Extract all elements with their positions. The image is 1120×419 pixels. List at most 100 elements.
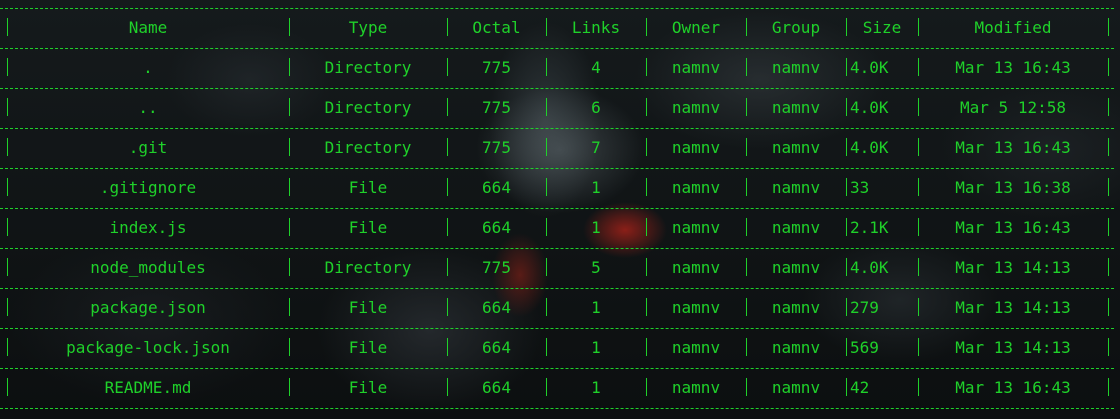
cell-links: 1 bbox=[591, 338, 601, 357]
cell-type: File bbox=[348, 298, 388, 317]
column-header-name: Name bbox=[128, 18, 168, 37]
cell-group: namnv bbox=[771, 58, 821, 77]
cell-group: namnv bbox=[771, 298, 821, 317]
cell-size: 279 bbox=[850, 298, 879, 317]
cell-type: Directory bbox=[324, 258, 412, 277]
cell-group: namnv bbox=[771, 218, 821, 237]
cell-name: package.json bbox=[90, 298, 206, 317]
row-separator bbox=[0, 208, 1114, 209]
cell-octal: 664 bbox=[482, 338, 511, 357]
cell-size: 4.0K bbox=[850, 258, 889, 277]
row-separator bbox=[0, 288, 1114, 289]
cell-owner: namnv bbox=[671, 298, 721, 317]
cell-modified: Mar 13 16:43 bbox=[955, 218, 1071, 237]
cell-octal: 775 bbox=[482, 138, 511, 157]
column-header-owner: Owner bbox=[671, 18, 721, 37]
cell-links: 1 bbox=[591, 218, 601, 237]
cell-owner: namnv bbox=[671, 58, 721, 77]
cell-name: .gitignore bbox=[99, 178, 197, 197]
cell-octal: 775 bbox=[482, 58, 511, 77]
cell-octal: 664 bbox=[482, 298, 511, 317]
cell-modified: Mar 5 12:58 bbox=[960, 98, 1066, 117]
cell-group: namnv bbox=[771, 338, 821, 357]
cell-group: namnv bbox=[771, 98, 821, 117]
table-row: index.js File 664 1 namnv namnv 2.1K Mar 13 16:… bbox=[0, 218, 1120, 238]
table-row: package-lock.json File 664 1 namnv namnv 569 Ma… bbox=[0, 338, 1120, 358]
row-separator bbox=[0, 48, 1114, 49]
cell-links: 1 bbox=[591, 378, 601, 397]
row-separator bbox=[0, 248, 1114, 249]
cell-owner: namnv bbox=[671, 338, 721, 357]
cell-size: 42 bbox=[850, 378, 870, 397]
cell-octal: 775 bbox=[482, 98, 511, 117]
cell-size: 2.1K bbox=[850, 218, 889, 237]
cell-owner: namnv bbox=[671, 98, 721, 117]
cell-octal: 664 bbox=[482, 178, 511, 197]
row-separator bbox=[0, 408, 1114, 409]
table-row: package.json File 664 1 namnv namnv 279 Mar 13 … bbox=[0, 298, 1120, 318]
cell-octal: 664 bbox=[482, 378, 511, 397]
cell-type: File bbox=[348, 218, 388, 237]
table-row: node_modules Directory 775 5 namnv namnv 4.0K M… bbox=[0, 258, 1120, 278]
cell-size: 4.0K bbox=[850, 98, 889, 117]
column-header-type: Type bbox=[348, 18, 388, 37]
column-header-modified: Modified bbox=[974, 18, 1052, 37]
cell-links: 1 bbox=[591, 178, 601, 197]
cell-size: 4.0K bbox=[850, 58, 889, 77]
row-separator bbox=[0, 128, 1114, 129]
table-row: README.md File 664 1 namnv namnv 42 Mar 13 16:4… bbox=[0, 378, 1120, 398]
cell-modified: Mar 13 16:43 bbox=[955, 138, 1071, 157]
row-separator bbox=[0, 88, 1114, 89]
cell-type: File bbox=[348, 378, 388, 397]
cell-modified: Mar 13 14:13 bbox=[955, 258, 1071, 277]
cell-type: File bbox=[348, 338, 388, 357]
column-header-size: Size bbox=[862, 18, 902, 37]
table-header-row: Name Type Octal Links Owner Group Size Modified bbox=[0, 18, 1120, 38]
cell-type: File bbox=[348, 178, 388, 197]
cell-name: .. bbox=[138, 98, 158, 117]
cell-group: namnv bbox=[771, 138, 821, 157]
column-header-group: Group bbox=[771, 18, 821, 37]
file-listing-table: Name Type Octal Links Owner Group Size Modified… bbox=[0, 0, 1120, 419]
cell-links: 1 bbox=[591, 298, 601, 317]
cell-owner: namnv bbox=[671, 138, 721, 157]
row-separator bbox=[0, 328, 1114, 329]
cell-group: namnv bbox=[771, 378, 821, 397]
cell-name: .git bbox=[128, 138, 168, 157]
cell-links: 4 bbox=[591, 58, 601, 77]
cell-size: 4.0K bbox=[850, 138, 889, 157]
cell-name: . bbox=[143, 58, 153, 77]
cell-size: 33 bbox=[850, 178, 870, 197]
cell-modified: Mar 13 16:43 bbox=[955, 378, 1071, 397]
table-row: .. Directory 775 6 namnv namnv 4.0K Mar 5 12:58 bbox=[0, 98, 1120, 118]
cell-group: namnv bbox=[771, 178, 821, 197]
cell-modified: Mar 13 16:43 bbox=[955, 58, 1071, 77]
cell-links: 7 bbox=[591, 138, 601, 157]
cell-size: 569 bbox=[850, 338, 879, 357]
cell-type: Directory bbox=[324, 98, 412, 117]
cell-type: Directory bbox=[324, 58, 412, 77]
cell-modified: Mar 13 14:13 bbox=[955, 338, 1071, 357]
cell-name: node_modules bbox=[90, 258, 206, 277]
cell-modified: Mar 13 14:13 bbox=[955, 298, 1071, 317]
cell-links: 6 bbox=[591, 98, 601, 117]
table-row: .gitignore File 664 1 namnv namnv 33 Mar 13 16:… bbox=[0, 178, 1120, 198]
cell-owner: namnv bbox=[671, 258, 721, 277]
cell-name: package-lock.json bbox=[66, 338, 230, 357]
cell-octal: 775 bbox=[482, 258, 511, 277]
table-row: .git Directory 775 7 namnv namnv 4.0K Mar 13 16… bbox=[0, 138, 1120, 158]
cell-owner: namnv bbox=[671, 218, 721, 237]
table-row: . Directory 775 4 namnv namnv 4.0K Mar 13 16:43 bbox=[0, 58, 1120, 78]
cell-name: index.js bbox=[109, 218, 187, 237]
column-header-links: Links bbox=[571, 18, 621, 37]
cell-modified: Mar 13 16:38 bbox=[955, 178, 1071, 197]
cell-type: Directory bbox=[324, 138, 412, 157]
row-separator bbox=[0, 168, 1114, 169]
cell-name: README.md bbox=[104, 378, 192, 397]
cell-links: 5 bbox=[591, 258, 601, 277]
row-separator bbox=[0, 8, 1114, 9]
cell-owner: namnv bbox=[671, 178, 721, 197]
cell-owner: namnv bbox=[671, 378, 721, 397]
cell-group: namnv bbox=[771, 258, 821, 277]
column-header-octal: Octal bbox=[472, 18, 521, 37]
